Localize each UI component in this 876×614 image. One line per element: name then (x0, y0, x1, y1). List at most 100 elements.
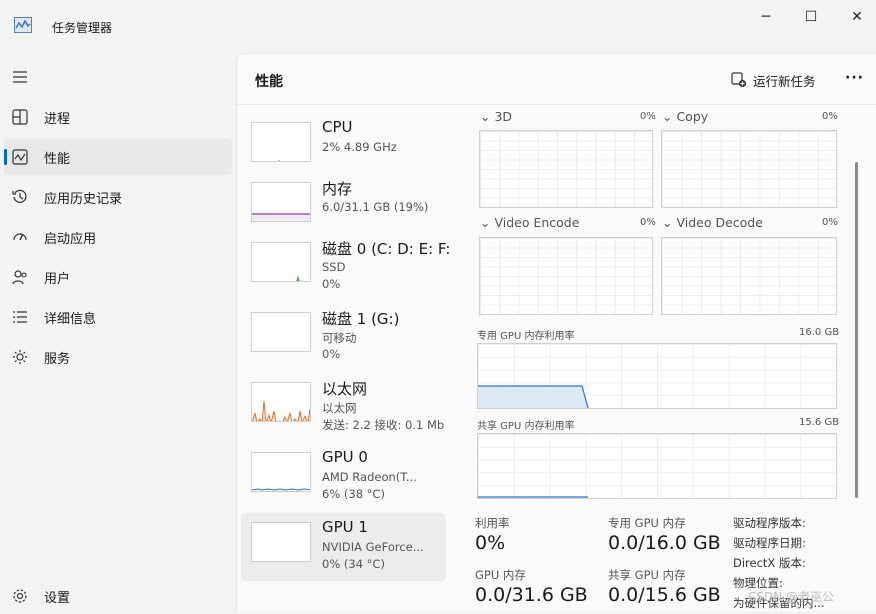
device-usage: 发送: 2.2 接收: 0.1 Mb (322, 418, 445, 432)
sidebar-item-processes[interactable]: 进程 (4, 99, 232, 135)
device-detail: 2% 4.89 GHz (322, 140, 397, 154)
device-name: GPU 1 (322, 518, 368, 536)
run-new-task-button[interactable]: 运行新任务 (731, 68, 816, 92)
sidebar-item-label: 性能 (44, 152, 71, 167)
shared-memory-graph (477, 433, 837, 499)
driver-date-label: 驱动程序日期: (733, 536, 806, 550)
device-item-cpu[interactable]: CPU 2% 4.89 GHz (241, 113, 446, 181)
sidebar-item-details[interactable]: 详细信息 (4, 299, 232, 335)
run-task-label: 运行新任务 (753, 73, 816, 89)
device-usage: 0% (322, 347, 341, 361)
shared-gpu-memory-value: 0.0/15.6 GB (608, 584, 721, 606)
cpu-thumbnail-graph (251, 122, 311, 162)
device-item-gpu-0[interactable]: GPU 0 AMD Radeon(T... 6% (38 °C) (241, 443, 446, 511)
more-options-button[interactable]: ··· (845, 70, 865, 88)
shared-gpu-memory-label: 共享 GPU 内存 (608, 568, 686, 582)
sidebar-item-label: 启动应用 (44, 232, 97, 247)
details-icon (13, 311, 27, 323)
dedicated-memory-graph (477, 343, 837, 409)
device-detail: AMD Radeon(T... (322, 470, 417, 484)
sidebar-item-app-history[interactable]: 应用历史记录 (4, 179, 232, 215)
active-indicator (4, 149, 7, 165)
disk-1-thumbnail-graph (251, 312, 311, 352)
video-encode-graph-label[interactable]: ⌄ Video Encode (480, 215, 579, 230)
sidebar-item-startup[interactable]: 启动应用 (4, 219, 232, 255)
utilization-value: 0% (475, 532, 506, 554)
device-item-gpu-1[interactable]: GPU 1 NVIDIA GeForce... 0% (34 °C) (241, 513, 446, 581)
title-bar: 任务管理器 ─ ☐ ✕ (0, 0, 876, 50)
device-name: CPU (322, 118, 353, 136)
services-icon (13, 350, 27, 364)
maximize-button[interactable]: ☐ (791, 8, 831, 26)
device-usage: 6% (38 °C) (322, 487, 385, 501)
disk-0-thumbnail-graph (251, 242, 311, 282)
sidebar-item-services[interactable]: 服务 (4, 339, 232, 375)
driver-version-label: 驱动程序版本: (733, 516, 806, 530)
dedicated-gpu-memory-label: 专用 GPU 内存 (608, 516, 686, 530)
device-list: CPU 2% 4.89 GHz 内存 6.0/31.1 GB (19%) 磁盘 … (237, 105, 457, 612)
processes-icon (12, 109, 28, 125)
device-name: 磁盘 1 (G:) (322, 310, 400, 328)
hamburger-menu-icon[interactable] (12, 70, 28, 84)
device-item-disk-0[interactable]: 磁盘 0 (C: D: E: F: SSD 0% (241, 233, 450, 301)
video-encode-graph-percent: 0% (640, 217, 656, 228)
copy-graph-percent: 0% (822, 111, 838, 122)
3d-graph-label[interactable]: ⌄ 3D (480, 109, 512, 124)
device-item-disk-1[interactable]: 磁盘 1 (G:) 可移动 0% (241, 303, 446, 371)
sidebar: 进程 性能 应用历史记录 启动应用 用户 详细信息 服务 设置 (0, 50, 236, 611)
startup-icon (13, 233, 27, 241)
minimize-button[interactable]: ─ (746, 8, 786, 26)
3d-graph (479, 130, 653, 208)
device-name: 磁盘 0 (C: D: E: F: (322, 240, 451, 258)
sidebar-item-label: 进程 (44, 112, 71, 127)
shared-memory-max: 15.6 GB (799, 417, 840, 428)
gpu-memory-label: GPU 内存 (475, 568, 526, 582)
history-icon (12, 189, 27, 203)
shared-memory-graph-label: 共享 GPU 内存利用率 (477, 421, 575, 432)
scrollbar[interactable] (855, 162, 858, 498)
device-detail: NVIDIA GeForce... (322, 540, 424, 554)
device-usage: 0% (34 °C) (322, 557, 385, 571)
copy-graph-label[interactable]: ⌄ Copy (662, 109, 708, 124)
video-encode-graph (479, 237, 653, 315)
sidebar-item-label: 用户 (44, 272, 71, 287)
device-name: 内存 (322, 180, 353, 198)
users-icon (12, 270, 27, 285)
sidebar-item-settings[interactable]: 设置 (4, 578, 232, 614)
ethernet-thumbnail-graph (251, 382, 311, 422)
device-detail: 以太网 (322, 401, 357, 415)
sidebar-item-performance[interactable]: 性能 (4, 139, 232, 175)
device-item-ethernet[interactable]: 以太网 以太网 发送: 2.2 接收: 0.1 Mb (241, 373, 446, 441)
sidebar-item-label: 应用历史记录 (44, 192, 123, 207)
sidebar-item-users[interactable]: 用户 (4, 259, 232, 295)
copy-graph (661, 130, 837, 208)
video-decode-graph-label[interactable]: ⌄ Video Decode (662, 215, 763, 230)
gpu-0-thumbnail-graph (251, 452, 311, 492)
device-usage: 0% (322, 277, 341, 291)
gpu-memory-value: 0.0/31.6 GB (475, 584, 588, 606)
utilization-label: 利用率 (475, 516, 510, 530)
device-item-memory[interactable]: 内存 6.0/31.1 GB (19%) (241, 173, 446, 241)
settings-gear-icon (13, 589, 27, 603)
3d-graph-percent: 0% (640, 111, 656, 122)
directx-version-label: DirectX 版本: (733, 556, 806, 570)
app-title: 任务管理器 (52, 21, 113, 35)
device-name: 以太网 (322, 380, 368, 398)
video-decode-graph-percent: 0% (822, 217, 838, 228)
gpu-1-thumbnail-graph (251, 522, 311, 562)
sidebar-item-label: 详细信息 (44, 312, 97, 327)
memory-thumbnail-graph (251, 182, 311, 222)
device-detail: 可移动 (322, 331, 357, 345)
sidebar-item-label: 设置 (44, 591, 71, 606)
performance-panel: 性能 运行新任务 ··· CPU 2% 4.89 GHz 内存 6.0/31.1… (236, 53, 876, 611)
dedicated-gpu-memory-value: 0.0/16.0 GB (608, 532, 721, 554)
dedicated-memory-max: 16.0 GB (799, 327, 840, 338)
performance-icon (12, 149, 28, 165)
watermark: CSDN @老巫公 (748, 590, 835, 604)
close-button[interactable]: ✕ (837, 8, 876, 26)
dedicated-memory-graph-label: 专用 GPU 内存利用率 (477, 331, 575, 342)
device-detail: 6.0/31.1 GB (19%) (322, 200, 429, 214)
device-detail: SSD (322, 260, 346, 274)
task-manager-icon (14, 17, 32, 33)
page-title: 性能 (255, 74, 283, 90)
